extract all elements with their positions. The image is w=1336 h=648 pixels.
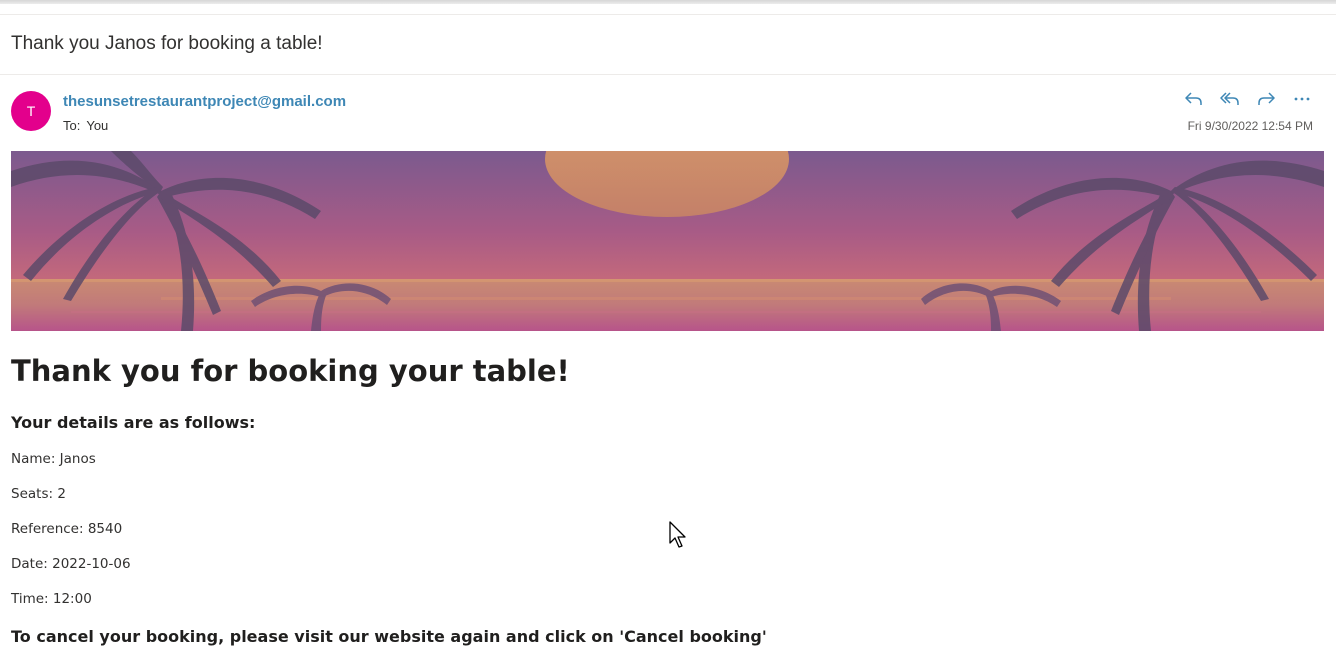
message-actions — [1180, 86, 1316, 112]
window-top-edge — [0, 0, 1336, 4]
sender-avatar[interactable]: T — [11, 91, 51, 131]
thank-you-heading: Thank you for booking your table! — [11, 354, 570, 388]
reply-all-icon — [1220, 92, 1239, 105]
forward-icon — [1258, 92, 1275, 105]
detail-name: Name: Janos — [11, 451, 96, 467]
detail-reference: Reference: 8540 — [11, 521, 123, 537]
more-icon — [1294, 97, 1310, 101]
detail-seats: Seats: 2 — [11, 486, 66, 502]
forward-button[interactable] — [1252, 86, 1280, 112]
email-subject: Thank you Janos for booking a table! — [11, 33, 323, 54]
to-label: To: — [63, 118, 81, 133]
cancel-instructions: To cancel your booking, please visit our… — [11, 627, 767, 646]
mouse-cursor-icon — [669, 521, 686, 548]
sunset-banner-image — [11, 151, 1324, 331]
toolbar-divider — [0, 14, 1336, 15]
detail-time: Time: 12:00 — [11, 591, 92, 607]
sender-address[interactable]: thesunsetrestaurantproject@gmail.com — [63, 93, 346, 110]
reply-button[interactable] — [1180, 86, 1208, 112]
detail-date: Date: 2022-10-06 — [11, 556, 131, 572]
recipient-name[interactable]: You — [86, 118, 108, 133]
subject-divider — [0, 74, 1336, 75]
sender-initial: T — [26, 103, 36, 119]
sent-timestamp: Fri 9/30/2022 12:54 PM — [1187, 119, 1313, 133]
reply-icon — [1185, 92, 1202, 105]
more-actions-button[interactable] — [1288, 86, 1316, 112]
details-heading: Your details are as follows: — [11, 413, 256, 432]
reply-all-button[interactable] — [1216, 86, 1244, 112]
recipient-line: To: You — [63, 118, 108, 133]
